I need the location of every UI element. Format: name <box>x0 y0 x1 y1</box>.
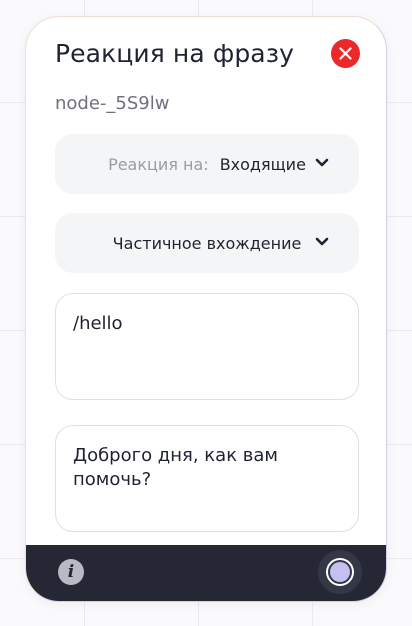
reaction-type-label: Реакция на: <box>108 154 209 174</box>
reaction-type-select[interactable]: Реакция на: Входящие <box>55 134 359 194</box>
node-id: node-_5S9lw <box>55 93 170 114</box>
panel-title: Реакция на фразу <box>55 39 294 68</box>
chevron-down-icon <box>315 237 329 246</box>
response-text-input[interactable]: Доброго дня, как вам помочь? <box>55 425 359 532</box>
node-panel: Реакция на фразу node-_5S9lw Реакция на:… <box>25 16 387 602</box>
info-icon-glyph: i <box>67 561 75 582</box>
panel-footer: i <box>26 545 386 601</box>
phrase-input[interactable]: /hello <box>55 293 359 400</box>
match-mode-select[interactable]: Частичное вхождение <box>55 213 359 273</box>
radio-toggle-dot <box>330 562 350 582</box>
chevron-down-icon <box>315 158 329 167</box>
radio-toggle-icon <box>326 558 354 586</box>
info-icon[interactable]: i <box>58 559 84 585</box>
radio-toggle-button[interactable] <box>318 550 362 594</box>
match-mode-value: Частичное вхождение <box>112 233 302 253</box>
close-x-icon <box>339 47 352 60</box>
close-button[interactable] <box>331 39 360 68</box>
reaction-type-value: Входящие <box>219 154 306 174</box>
